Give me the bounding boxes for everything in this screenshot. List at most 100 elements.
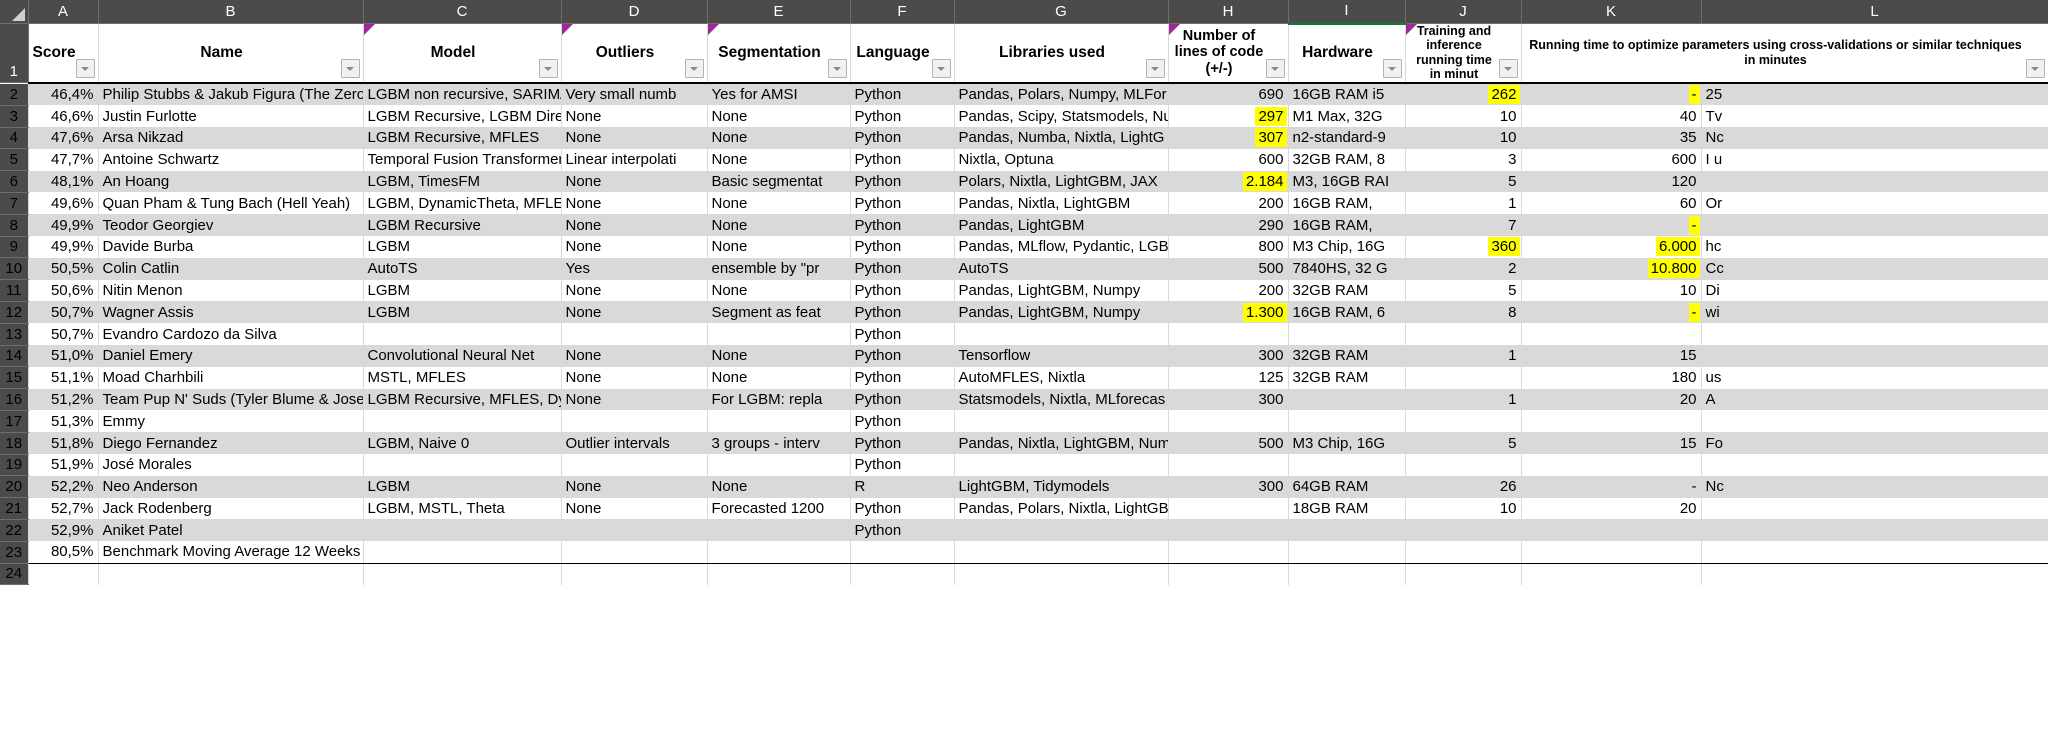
cell-libraries[interactable]: Pandas, Scipy, Statsmodels, Nu <box>954 105 1168 127</box>
cell-outliers[interactable] <box>561 323 707 345</box>
cell-empty[interactable] <box>850 563 954 585</box>
filter-button-name[interactable] <box>341 59 360 78</box>
cell-score[interactable]: 50,7% <box>28 323 98 345</box>
cell-empty[interactable] <box>707 563 850 585</box>
cell-name[interactable]: Team Pup N' Suds (Tyler Blume & Jose Mor… <box>98 389 363 411</box>
cell-hardware[interactable] <box>1288 389 1405 411</box>
cell-traintime[interactable]: 7 <box>1405 214 1521 236</box>
cell-traintime[interactable]: 1 <box>1405 345 1521 367</box>
cell-loc[interactable]: 500 <box>1168 258 1288 280</box>
cell-notes[interactable] <box>1701 323 2048 345</box>
cell-score[interactable]: 49,9% <box>28 236 98 258</box>
cell-hardware[interactable] <box>1288 323 1405 345</box>
cell-notes[interactable] <box>1701 454 2048 476</box>
table-row[interactable]: 1451,0%Daniel EmeryConvolutional Neural … <box>0 345 2048 367</box>
row-number-2[interactable]: 2 <box>0 84 28 106</box>
cell-name[interactable]: Antoine Schwartz <box>98 149 363 171</box>
cell-model[interactable] <box>363 410 561 432</box>
cell-outliers[interactable] <box>561 410 707 432</box>
table-row[interactable]: 1150,6%Nitin MenonLGBMNoneNonePythonPand… <box>0 280 2048 302</box>
cell-score[interactable]: 47,7% <box>28 149 98 171</box>
cell-segmentation[interactable] <box>707 410 850 432</box>
cell-traintime[interactable]: 10 <box>1405 105 1521 127</box>
cell-optimtime[interactable]: 180 <box>1521 367 1701 389</box>
cell-model[interactable]: LGBM Recursive <box>363 214 561 236</box>
cell-hardware[interactable]: 32GB RAM <box>1288 280 1405 302</box>
cell-outliers[interactable]: None <box>561 236 707 258</box>
table-row-empty[interactable]: 24 <box>0 563 2048 585</box>
cell-libraries[interactable] <box>954 541 1168 563</box>
table-row[interactable]: 2152,7%Jack RodenbergLGBM, MSTL, ThetaNo… <box>0 498 2048 520</box>
cell-notes[interactable]: Cc <box>1701 258 2048 280</box>
row-number-1[interactable]: 1 <box>0 24 28 83</box>
cell-traintime[interactable]: 8 <box>1405 301 1521 323</box>
cell-optimtime[interactable] <box>1521 454 1701 476</box>
cell-hardware[interactable] <box>1288 519 1405 541</box>
cell-model[interactable] <box>363 454 561 476</box>
cell-segmentation[interactable]: None <box>707 345 850 367</box>
cell-notes[interactable] <box>1701 410 2048 432</box>
cell-name[interactable]: Arsa Nikzad <box>98 127 363 149</box>
cell-traintime[interactable]: 1 <box>1405 192 1521 214</box>
row-number-8[interactable]: 8 <box>0 214 28 236</box>
cell-outliers[interactable]: None <box>561 171 707 193</box>
row-number-10[interactable]: 10 <box>0 258 28 280</box>
cell-empty[interactable] <box>98 563 363 585</box>
filter-button-outliers[interactable] <box>685 59 704 78</box>
cell-libraries[interactable]: Pandas, LightGBM, Numpy <box>954 301 1168 323</box>
cell-outliers[interactable]: None <box>561 127 707 149</box>
cell-segmentation[interactable] <box>707 541 850 563</box>
cell-optimtime[interactable]: - <box>1521 301 1701 323</box>
cell-score[interactable]: 52,7% <box>28 498 98 520</box>
cell-outliers[interactable] <box>561 454 707 476</box>
cell-score[interactable]: 50,7% <box>28 301 98 323</box>
cell-language[interactable]: Python <box>850 323 954 345</box>
cell-traintime[interactable] <box>1405 541 1521 563</box>
cell-outliers[interactable]: None <box>561 105 707 127</box>
cell-language[interactable]: Python <box>850 214 954 236</box>
cell-segmentation[interactable]: Forecasted 1200 <box>707 498 850 520</box>
column-header-H[interactable]: H <box>1168 0 1288 24</box>
cell-notes[interactable]: Fo <box>1701 432 2048 454</box>
cell-language[interactable]: Python <box>850 519 954 541</box>
cell-segmentation[interactable]: None <box>707 236 850 258</box>
cell-loc[interactable] <box>1168 519 1288 541</box>
cell-name[interactable]: Emmy <box>98 410 363 432</box>
cell-optimtime[interactable]: 6.000 <box>1521 236 1701 258</box>
cell-optimtime[interactable]: 15 <box>1521 432 1701 454</box>
row-number-12[interactable]: 12 <box>0 301 28 323</box>
row-number-3[interactable]: 3 <box>0 105 28 127</box>
cell-name[interactable]: Neo Anderson <box>98 476 363 498</box>
table-row[interactable]: 346,6%Justin FurlotteLGBM Recursive, LGB… <box>0 105 2048 127</box>
cell-loc[interactable] <box>1168 410 1288 432</box>
cell-score[interactable]: 52,2% <box>28 476 98 498</box>
cell-segmentation[interactable]: Yes for AMSI <box>707 84 850 106</box>
table-row[interactable]: 1951,9%José MoralesPython <box>0 454 2048 476</box>
cell-traintime[interactable]: 1 <box>1405 389 1521 411</box>
cell-notes[interactable]: Or <box>1701 192 2048 214</box>
cell-libraries[interactable] <box>954 410 1168 432</box>
cell-traintime[interactable]: 262 <box>1405 84 1521 106</box>
cell-score[interactable]: 51,1% <box>28 367 98 389</box>
cell-language[interactable]: Python <box>850 345 954 367</box>
row-number-14[interactable]: 14 <box>0 345 28 367</box>
cell-model[interactable]: LGBM <box>363 236 561 258</box>
cell-outliers[interactable]: None <box>561 214 707 236</box>
cell-notes[interactable] <box>1701 519 2048 541</box>
cell-score[interactable]: 46,4% <box>28 84 98 106</box>
cell-libraries[interactable]: Nixtla, Optuna <box>954 149 1168 171</box>
cell-optimtime[interactable]: - <box>1521 476 1701 498</box>
cell-hardware[interactable] <box>1288 541 1405 563</box>
cell-notes[interactable] <box>1701 171 2048 193</box>
cell-notes[interactable]: wi <box>1701 301 2048 323</box>
select-all-corner[interactable] <box>0 0 28 24</box>
cell-libraries[interactable]: Tensorflow <box>954 345 1168 367</box>
row-number-20[interactable]: 20 <box>0 476 28 498</box>
cell-language[interactable]: Python <box>850 171 954 193</box>
table-row[interactable]: 1350,7%Evandro Cardozo da SilvaPython <box>0 323 2048 345</box>
row-number-9[interactable]: 9 <box>0 236 28 258</box>
cell-model[interactable]: Temporal Fusion Transformer (TF <box>363 149 561 171</box>
table-row[interactable]: 2052,2%Neo AndersonLGBMNoneNoneRLightGBM… <box>0 476 2048 498</box>
cell-hardware[interactable] <box>1288 454 1405 476</box>
cell-model[interactable]: Convolutional Neural Net <box>363 345 561 367</box>
